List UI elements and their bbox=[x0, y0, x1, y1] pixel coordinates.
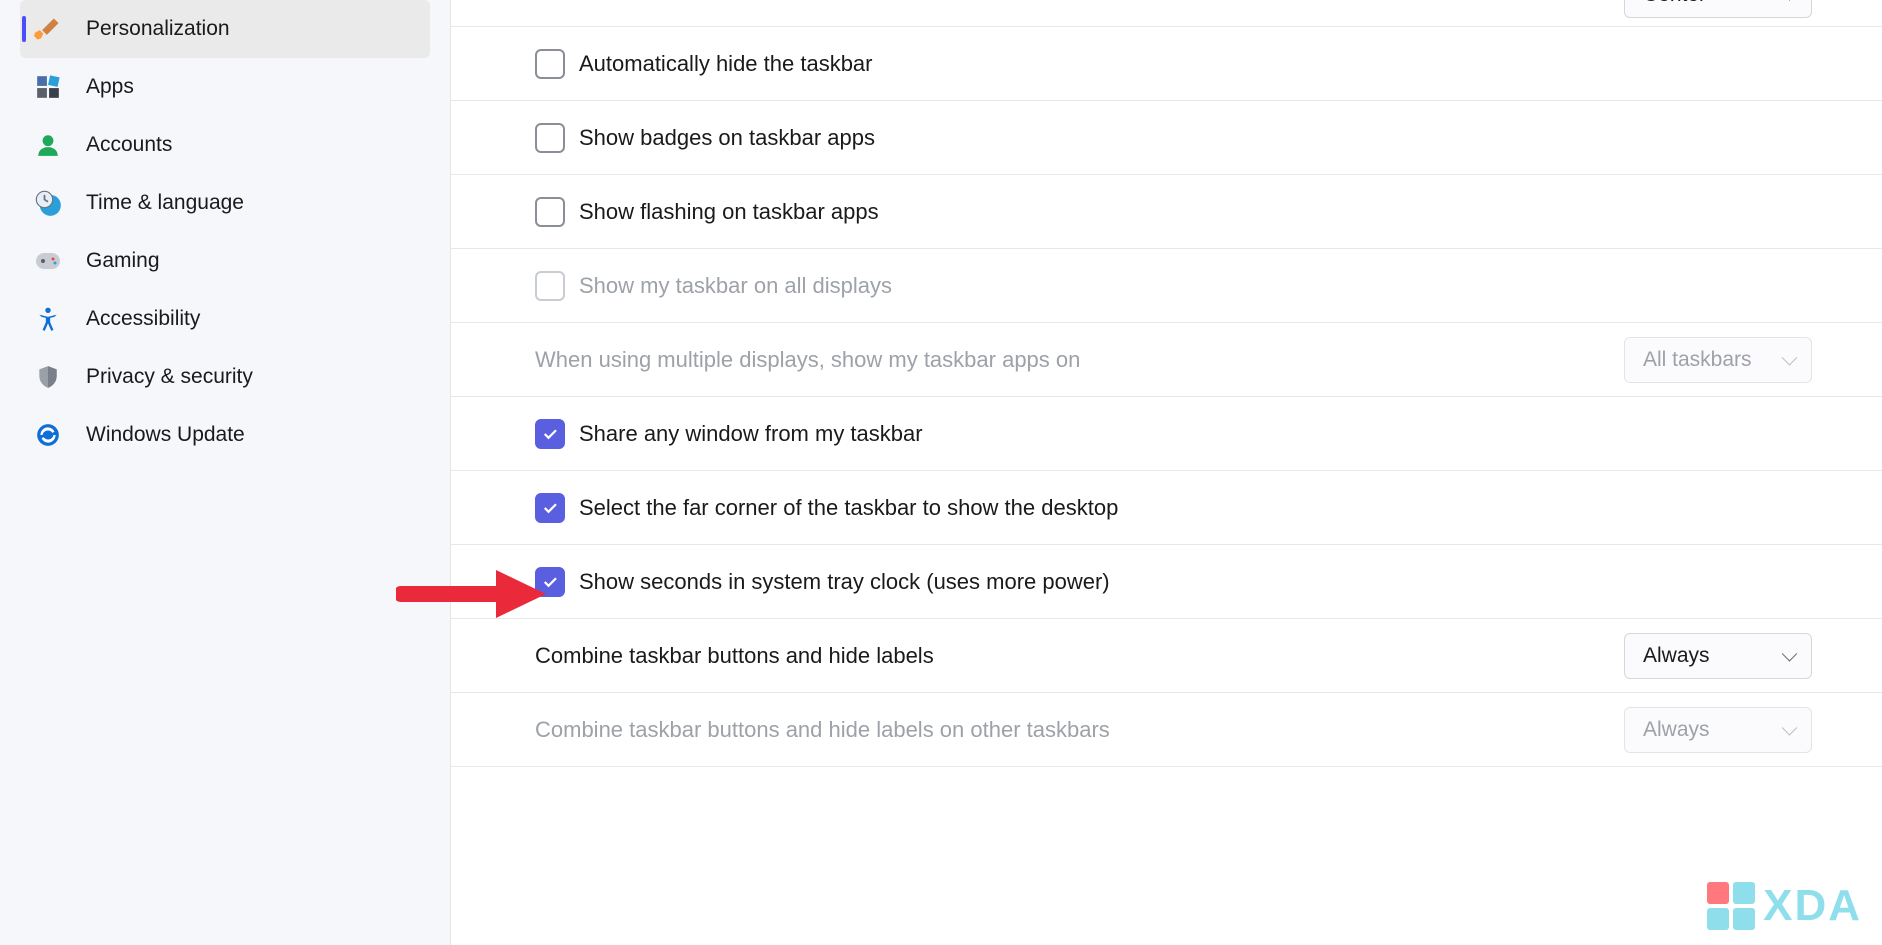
sidebar-item-gaming[interactable]: Gaming bbox=[20, 232, 430, 290]
sidebar-item-personalization[interactable]: Personalization bbox=[20, 0, 430, 58]
share-window-checkbox[interactable] bbox=[535, 419, 565, 449]
sidebar-item-apps[interactable]: Apps bbox=[20, 58, 430, 116]
show-badges-checkbox[interactable] bbox=[535, 123, 565, 153]
sidebar-item-time-language[interactable]: Time & language bbox=[20, 174, 430, 232]
show-seconds-checkbox[interactable] bbox=[535, 567, 565, 597]
setting-label: When using multiple displays, show my ta… bbox=[535, 347, 1610, 373]
setting-label: Automatically hide the taskbar bbox=[579, 51, 1812, 77]
setting-label: Combine taskbar buttons and hide labels … bbox=[535, 717, 1610, 743]
setting-show-badges: Show badges on taskbar apps bbox=[451, 101, 1882, 175]
setting-share-window: Share any window from my taskbar bbox=[451, 397, 1882, 471]
setting-far-corner-desktop: Select the far corner of the taskbar to … bbox=[451, 471, 1882, 545]
setting-auto-hide-taskbar: Automatically hide the taskbar bbox=[451, 27, 1882, 101]
settings-main-panel: Taskbar alignment Center Automatically h… bbox=[450, 0, 1882, 945]
multi-display-dropdown: All taskbars bbox=[1624, 337, 1812, 383]
setting-label: Show flashing on taskbar apps bbox=[579, 199, 1812, 225]
setting-label: Show badges on taskbar apps bbox=[579, 125, 1812, 151]
setting-label: Combine taskbar buttons and hide labels bbox=[535, 643, 1610, 669]
clock-globe-icon bbox=[34, 189, 62, 217]
setting-combine-buttons: Combine taskbar buttons and hide labels … bbox=[451, 619, 1882, 693]
shield-icon bbox=[34, 363, 62, 391]
paintbrush-icon bbox=[34, 15, 62, 43]
sidebar-item-label: Personalization bbox=[86, 17, 230, 41]
sidebar-item-label: Accessibility bbox=[86, 307, 200, 331]
sidebar-item-windows-update[interactable]: Windows Update bbox=[20, 406, 430, 464]
combine-buttons-other-dropdown: Always bbox=[1624, 707, 1812, 753]
sidebar-item-label: Windows Update bbox=[86, 423, 245, 447]
combine-buttons-dropdown[interactable]: Always bbox=[1624, 633, 1812, 679]
show-all-displays-checkbox bbox=[535, 271, 565, 301]
apps-icon bbox=[34, 73, 62, 101]
setting-label: Show seconds in system tray clock (uses … bbox=[579, 569, 1812, 595]
far-corner-checkbox[interactable] bbox=[535, 493, 565, 523]
settings-sidebar: Personalization Apps Accounts Time & lan… bbox=[0, 0, 450, 945]
sidebar-item-label: Gaming bbox=[86, 249, 160, 273]
gamepad-icon bbox=[34, 247, 62, 275]
setting-label: Select the far corner of the taskbar to … bbox=[579, 495, 1812, 521]
sidebar-item-privacy-security[interactable]: Privacy & security bbox=[20, 348, 430, 406]
accessibility-icon bbox=[34, 305, 62, 333]
sidebar-item-accessibility[interactable]: Accessibility bbox=[20, 290, 430, 348]
setting-show-all-displays: Show my taskbar on all displays bbox=[451, 249, 1882, 323]
sidebar-item-label: Time & language bbox=[86, 191, 244, 215]
setting-label: Share any window from my taskbar bbox=[579, 421, 1812, 447]
auto-hide-checkbox[interactable] bbox=[535, 49, 565, 79]
xda-logo-icon bbox=[1707, 882, 1755, 930]
sidebar-item-accounts[interactable]: Accounts bbox=[20, 116, 430, 174]
setting-label: Show my taskbar on all displays bbox=[579, 273, 1812, 299]
setting-combine-buttons-other: Combine taskbar buttons and hide labels … bbox=[451, 693, 1882, 767]
setting-show-flashing: Show flashing on taskbar apps bbox=[451, 175, 1882, 249]
setting-multi-display-apps: When using multiple displays, show my ta… bbox=[451, 323, 1882, 397]
show-flashing-checkbox[interactable] bbox=[535, 197, 565, 227]
setting-taskbar-alignment: Taskbar alignment Center bbox=[451, 0, 1882, 27]
setting-show-seconds-clock: Show seconds in system tray clock (uses … bbox=[451, 545, 1882, 619]
sidebar-item-label: Apps bbox=[86, 75, 134, 99]
xda-watermark: XDA bbox=[1707, 881, 1862, 931]
account-icon bbox=[34, 131, 62, 159]
update-icon bbox=[34, 421, 62, 449]
sidebar-item-label: Accounts bbox=[86, 133, 172, 157]
sidebar-item-label: Privacy & security bbox=[86, 365, 253, 389]
taskbar-alignment-dropdown[interactable]: Center bbox=[1624, 0, 1812, 18]
